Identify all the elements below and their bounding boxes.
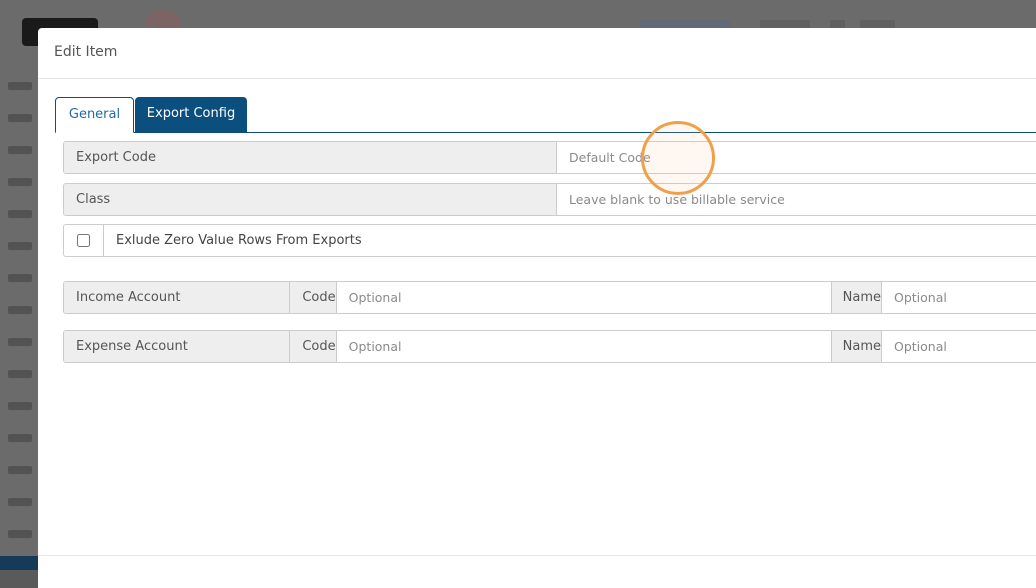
income-name-label: Name (831, 282, 882, 313)
expense-code-label: Code (290, 331, 337, 362)
modal-title: Edit Item (54, 44, 118, 60)
modal-header: Edit Item (38, 28, 1036, 79)
edit-item-modal: Edit Item General Export Config Export C… (38, 28, 1036, 588)
exclude-zero-checkbox-wrapper (64, 225, 104, 256)
income-code-label: Code (290, 282, 337, 313)
expense-account-label: Expense Account (64, 331, 291, 362)
sidebar-item (0, 210, 38, 220)
sidebar-item (0, 466, 38, 476)
sidebar-item (0, 274, 38, 284)
sidebar-item (0, 306, 38, 316)
modal-footer-divider (38, 555, 1036, 556)
export-code-group: Export Code (63, 141, 1036, 174)
sidebar-item (0, 370, 38, 380)
income-account-label: Income Account (64, 282, 291, 313)
exclude-zero-checkbox[interactable] (77, 234, 90, 247)
sidebar-item (0, 242, 38, 252)
sidebar-footer (0, 556, 38, 570)
tab-export-config[interactable]: Export Config (135, 97, 247, 132)
sidebar-item (0, 338, 38, 348)
sidebar-item (0, 178, 38, 188)
tab-bar: General Export Config (55, 97, 1036, 133)
sidebar-item (0, 498, 38, 508)
sidebar-item (0, 82, 38, 92)
sidebar-item (0, 146, 38, 156)
income-name-input[interactable] (882, 282, 1036, 313)
sidebar-item (0, 402, 38, 412)
exclude-zero-label: Exlude Zero Value Rows From Exports (116, 233, 362, 248)
export-code-label: Export Code (64, 142, 557, 173)
class-label: Class (64, 184, 557, 215)
expense-code-input[interactable] (336, 331, 832, 362)
sidebar-item (0, 434, 38, 444)
class-input[interactable] (557, 184, 1036, 215)
sidebar-item (0, 530, 38, 540)
income-account-group: Income Account Code Name (63, 281, 1036, 314)
income-code-input[interactable] (336, 282, 832, 313)
exclude-zero-group: Exlude Zero Value Rows From Exports (63, 224, 1036, 257)
export-code-input[interactable] (557, 142, 1036, 173)
sidebar-item (0, 114, 38, 124)
expense-account-group: Expense Account Code Name (63, 330, 1036, 363)
expense-name-label: Name (831, 331, 882, 362)
expense-name-input[interactable] (882, 331, 1036, 362)
class-group: Class (63, 183, 1036, 216)
tab-general[interactable]: General (55, 97, 134, 133)
